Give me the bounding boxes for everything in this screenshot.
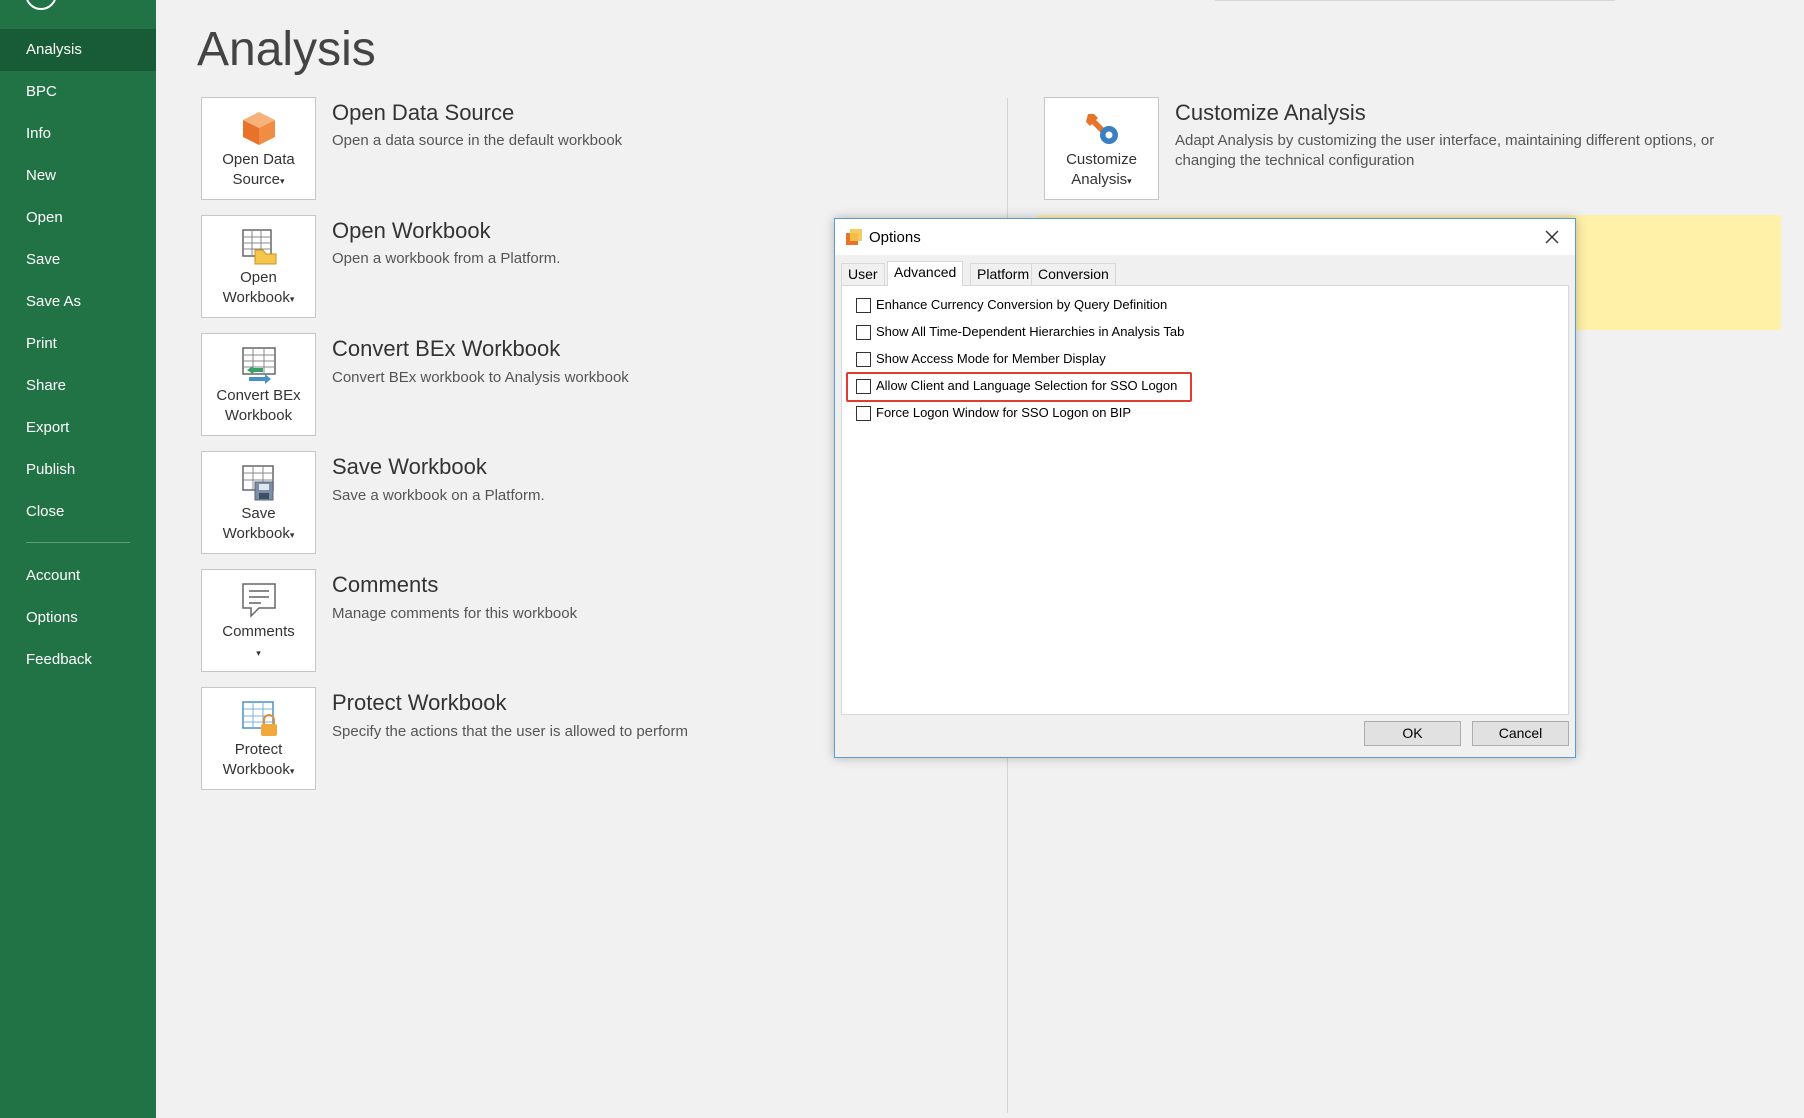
open-workbook-button[interactable]: Open Workbook▾: [201, 215, 316, 318]
sidebar-item-info[interactable]: Info: [0, 113, 156, 155]
protect-workbook-title: Protect Workbook: [332, 690, 507, 715]
convert-workbook-icon: [242, 347, 276, 384]
convert-bex-workbook-desc: Convert BEx workbook to Analysis workboo…: [332, 369, 629, 386]
open-workbook-icon: [242, 229, 277, 265]
tile-label: Convert BEx Workbook: [216, 387, 301, 424]
tile-label: Protect Workbook▾: [222, 741, 295, 778]
tab-platform[interactable]: Platform: [970, 263, 1037, 285]
dropdown-caret-icon: ▾: [289, 766, 295, 776]
comments-desc: Manage comments for this workbook: [332, 605, 578, 622]
sidebar-item-open[interactable]: Open: [0, 197, 156, 239]
sidebar-item-feedback[interactable]: Feedback: [0, 639, 156, 681]
close-icon[interactable]: [1540, 226, 1564, 248]
advanced-options-panel: Enhance Currency Conversion by Query Def…: [841, 285, 1569, 715]
open-data-source-desc: Open a data source in the default workbo…: [332, 132, 623, 149]
tile-label: Save Workbook▾: [222, 505, 295, 542]
option-label: Force Logon Window for SSO Logon on BIP: [876, 405, 1132, 420]
dialog-title: Options: [869, 229, 921, 246]
open-data-source-button[interactable]: Open Data Source▾: [201, 97, 316, 200]
tab-advanced[interactable]: Advanced: [887, 261, 964, 286]
tile-label: Open Data Source▾: [222, 151, 295, 188]
cancel-button[interactable]: Cancel: [1472, 721, 1569, 746]
sidebar-item-export[interactable]: Export: [0, 407, 156, 449]
sidebar-divider: [26, 542, 130, 543]
comments-icon: [242, 583, 276, 618]
sidebar-item-close[interactable]: Close: [0, 491, 156, 533]
save-workbook-button[interactable]: Save Workbook▾: [201, 451, 316, 554]
cube-icon: [243, 112, 275, 145]
dropdown-caret-icon: ▾: [289, 294, 295, 304]
open-workbook-desc: Open a workbook from a Platform.: [332, 250, 561, 267]
tile-label: Open Workbook▾: [222, 269, 295, 306]
options-app-icon: [846, 229, 862, 245]
open-workbook-title: Open Workbook: [332, 218, 491, 243]
customize-analysis-title: Customize Analysis: [1175, 100, 1366, 125]
sidebar-item-account[interactable]: Account: [0, 555, 156, 597]
protect-workbook-button[interactable]: Protect Workbook▾: [201, 687, 316, 790]
save-workbook-title: Save Workbook: [332, 454, 487, 479]
dropdown-caret-icon: ▾: [289, 530, 295, 540]
option-label: Show All Time-Dependent Hierarchies in A…: [876, 324, 1185, 339]
sidebar-item-new[interactable]: New: [0, 155, 156, 197]
convert-bex-workbook-button[interactable]: Convert BEx Workbook: [201, 333, 316, 436]
top-divider: [1215, 0, 1615, 1]
sidebar-item-options[interactable]: Options: [0, 597, 156, 639]
tile-label: Customize Analysis▾: [1066, 151, 1137, 188]
dropdown-caret-icon: ▾: [280, 176, 285, 186]
enhance-currency-checkbox[interactable]: [856, 298, 871, 313]
show-access-mode-checkbox[interactable]: [856, 352, 871, 367]
protect-workbook-icon: [242, 701, 277, 736]
save-workbook-desc: Save a workbook on a Platform.: [332, 487, 545, 504]
sidebar-item-print[interactable]: Print: [0, 323, 156, 365]
dropdown-caret-icon: ▾: [256, 648, 261, 658]
page-title: Analysis: [197, 23, 376, 76]
ok-button[interactable]: OK: [1364, 721, 1461, 746]
tile-label: Comments ▾: [222, 623, 295, 658]
back-arrow-icon[interactable]: [25, 0, 57, 10]
show-time-dependent-checkbox[interactable]: [856, 325, 871, 340]
customize-icon: [1086, 114, 1118, 144]
convert-bex-workbook-title: Convert BEx Workbook: [332, 336, 561, 361]
customize-analysis-button[interactable]: Customize Analysis▾: [1044, 97, 1159, 200]
save-workbook-icon: [242, 465, 274, 501]
dialog-titlebar[interactable]: Options: [835, 219, 1575, 255]
protect-workbook-desc: Specify the actions that the user is all…: [332, 723, 689, 740]
dropdown-caret-icon: ▾: [1127, 176, 1132, 186]
option-label: Allow Client and Language Selection for …: [876, 378, 1178, 393]
sidebar-item-share[interactable]: Share: [0, 365, 156, 407]
sidebar-item-publish[interactable]: Publish: [0, 449, 156, 491]
allow-client-language-checkbox[interactable]: [856, 379, 871, 394]
options-dialog: Options User Advanced Platform Conversio…: [834, 218, 1576, 758]
open-data-source-title: Open Data Source: [332, 100, 515, 125]
option-label: Show Access Mode for Member Display: [876, 351, 1106, 366]
backstage-sidebar: Analysis BPC Info New Open Save Save As …: [0, 0, 156, 1118]
sidebar-item-save-as[interactable]: Save As: [0, 281, 156, 323]
sidebar-item-bpc[interactable]: BPC: [0, 71, 156, 113]
comments-title: Comments: [332, 572, 439, 597]
sidebar-item-analysis[interactable]: Analysis: [0, 29, 156, 71]
tab-conversion[interactable]: Conversion: [1031, 263, 1116, 285]
customize-analysis-desc: Adapt Analysis by customizing the user i…: [1175, 132, 1715, 169]
force-logon-window-checkbox[interactable]: [856, 406, 871, 421]
comments-button[interactable]: Comments ▾: [201, 569, 316, 672]
tab-user[interactable]: User: [841, 263, 885, 285]
sidebar-item-save[interactable]: Save: [0, 239, 156, 281]
option-label: Enhance Currency Conversion by Query Def…: [876, 297, 1168, 312]
